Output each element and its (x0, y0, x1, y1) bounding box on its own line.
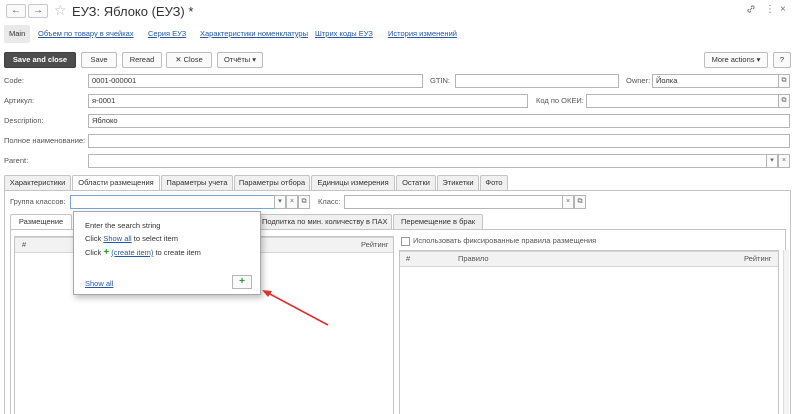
annotation-arrow (262, 290, 329, 326)
